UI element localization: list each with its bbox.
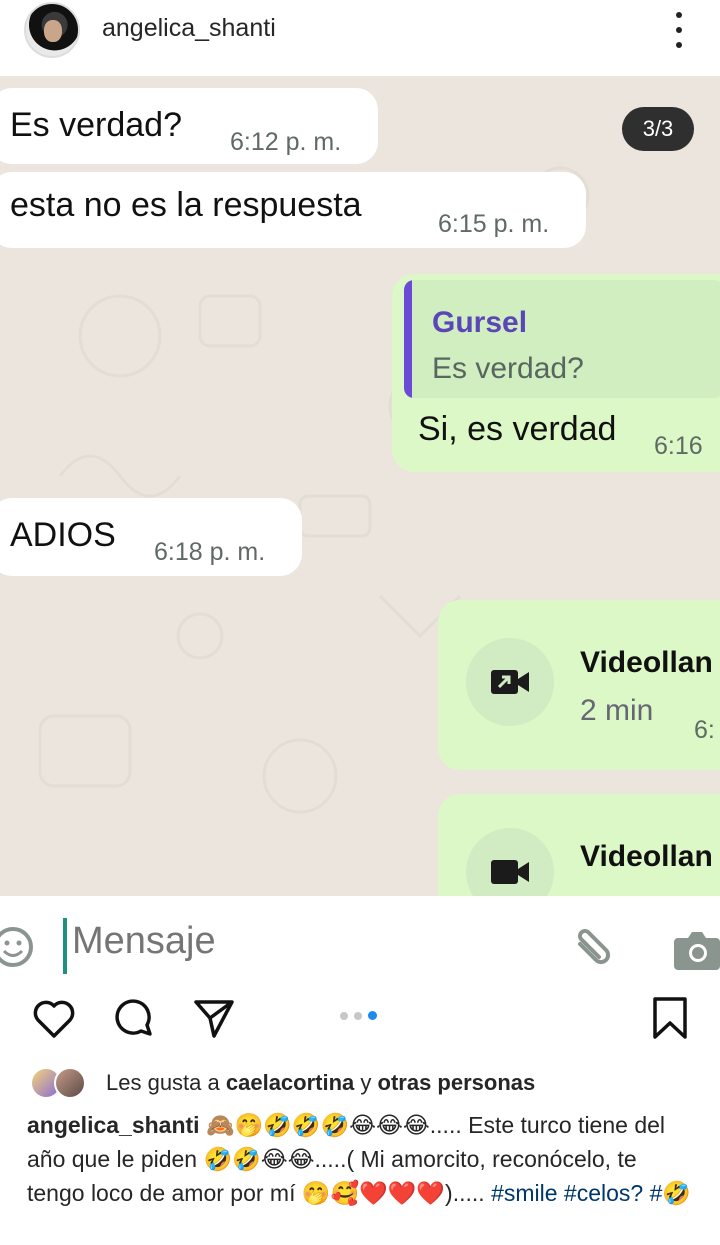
video-call-message[interactable]: Videollan — [438, 794, 720, 896]
video-call-icon-circle — [466, 828, 554, 896]
incoming-message: esta no es la respuesta 6:15 p. m. — [0, 172, 586, 248]
message-time: 6:15 p. m. — [438, 210, 550, 238]
quoted-message[interactable]: Gursel Es verdad? — [404, 280, 720, 398]
post-caption: angelica_shanti 🙈🤭🤣🤣🤣😂😂😂..... Este turco… — [27, 1108, 697, 1210]
message-text: Es verdad? — [10, 106, 182, 144]
incoming-message: Es verdad? 6:12 p. m. — [0, 88, 378, 164]
text-caret — [63, 918, 67, 974]
chat-screenshot: 3/3 Es verdad? 6:12 p. m. esta no es la … — [0, 76, 720, 896]
likes-and: y — [354, 1070, 378, 1095]
message-text: esta no es la respuesta — [10, 186, 362, 224]
emoji-icon[interactable] — [0, 926, 34, 968]
likes-summary[interactable]: Les gusta a caelacortina y otras persona… — [30, 1066, 535, 1100]
likes-prefix: Les gusta a — [106, 1070, 226, 1095]
page-indicator-badge: 3/3 — [622, 107, 694, 151]
camera-icon[interactable] — [672, 928, 720, 972]
carousel-dots — [340, 1011, 377, 1020]
message-input[interactable] — [72, 920, 492, 963]
avatar[interactable] — [24, 2, 80, 58]
video-call-icon — [491, 670, 529, 694]
paperclip-icon[interactable] — [566, 924, 618, 976]
heart-icon[interactable] — [30, 994, 78, 1042]
liker-avatars — [30, 1067, 96, 1099]
message-text: Si, es verdad — [418, 410, 617, 448]
message-time: 6:16 — [654, 432, 703, 460]
message-time: 6:18 p. m. — [154, 538, 266, 566]
video-call-message[interactable]: Videollan 2 min 6: — [438, 600, 720, 770]
post-username[interactable]: angelica_shanti — [102, 14, 276, 43]
video-call-icon-circle — [466, 638, 554, 726]
outgoing-message: Gursel Es verdad? Si, es verdad 6:16 — [392, 274, 720, 472]
caption-username[interactable]: angelica_shanti — [27, 1112, 200, 1138]
more-options-icon[interactable] — [668, 12, 690, 48]
carousel-dot-active — [368, 1011, 377, 1020]
caption-hashtags[interactable]: #smile #celos? #🤣 — [491, 1180, 691, 1206]
call-duration: 2 min — [580, 694, 654, 727]
carousel-dot — [340, 1011, 348, 1020]
quote-author: Gursel — [432, 306, 528, 339]
post-header: angelica_shanti — [0, 0, 720, 76]
share-icon[interactable] — [190, 994, 238, 1042]
carousel-dot — [354, 1011, 362, 1020]
call-title: Videollan — [580, 840, 713, 873]
comment-icon[interactable] — [110, 994, 158, 1042]
bookmark-icon[interactable] — [646, 994, 694, 1042]
likes-user[interactable]: caelacortina — [226, 1070, 354, 1096]
message-time: 6:12 p. m. — [230, 128, 342, 156]
call-title: Videollan — [580, 646, 713, 679]
message-time: 6: — [694, 716, 715, 744]
incoming-message: ADIOS 6:18 p. m. — [0, 498, 302, 576]
message-text: ADIOS — [10, 516, 116, 554]
quote-accent-bar — [404, 280, 412, 398]
quote-text: Es verdad? — [432, 352, 584, 385]
video-call-icon — [491, 860, 529, 884]
likes-others[interactable]: otras personas — [378, 1070, 536, 1096]
